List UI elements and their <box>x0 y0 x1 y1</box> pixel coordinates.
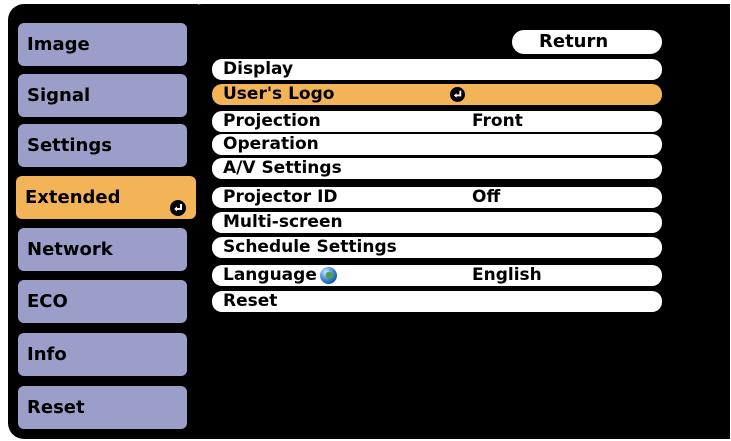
menu-item-value: Off <box>472 187 501 207</box>
return-label: Return <box>539 31 609 52</box>
tab-image[interactable]: Image <box>18 23 187 66</box>
menu-item-label: Multi-screen <box>223 212 343 232</box>
enter-icon <box>170 189 186 232</box>
tab-extended[interactable]: Extended <box>16 176 196 219</box>
menu-item-schedule-settings[interactable]: Schedule Settings <box>212 237 662 258</box>
menu-item-multi-screen[interactable]: Multi-screen <box>212 212 662 233</box>
menu-item-operation[interactable]: Operation <box>212 134 662 155</box>
menu-item-label: Operation <box>223 134 319 154</box>
tab-network[interactable]: Network <box>18 228 187 271</box>
tab-signal[interactable]: Signal <box>18 74 187 117</box>
tab-reset[interactable]: Reset <box>18 386 187 429</box>
menu-item-label: User's Logo <box>223 84 335 104</box>
menu-item-projection[interactable]: Projection Front <box>212 111 662 132</box>
menu-item-language[interactable]: Language English <box>212 265 662 286</box>
tab-label: Image <box>27 34 90 55</box>
menu-item-label: Schedule Settings <box>223 237 397 257</box>
tab-label: Settings <box>27 135 112 156</box>
menu-item-label: Display <box>223 59 294 79</box>
return-button[interactable]: Return <box>512 30 662 54</box>
projector-menu-screen: Image Signal Settings Extended Network E… <box>0 0 731 441</box>
menu-item-projector-id[interactable]: Projector ID Off <box>212 187 662 208</box>
menu-item-label: Language <box>223 265 317 285</box>
tab-label: Reset <box>27 397 85 418</box>
menu-item-label: A/V Settings <box>223 158 342 178</box>
menu-item-av-settings[interactable]: A/V Settings <box>212 158 662 179</box>
tab-eco[interactable]: ECO <box>18 280 187 323</box>
menu-item-value: English <box>472 265 542 285</box>
menu-item-display[interactable]: Display <box>212 59 662 80</box>
menu-item-label: Reset <box>223 291 278 311</box>
globe-icon <box>320 267 337 284</box>
tab-label: Signal <box>27 85 91 106</box>
tab-label: ECO <box>27 291 68 312</box>
enter-icon <box>450 87 465 108</box>
tab-settings[interactable]: Settings <box>18 124 187 167</box>
menu-item-label: Projection <box>223 111 321 131</box>
menu-item-label: Projector ID <box>223 187 338 207</box>
menu-item-users-logo[interactable]: User's Logo <box>212 84 662 105</box>
tab-info[interactable]: Info <box>18 333 187 376</box>
tab-label: Info <box>27 344 67 365</box>
menu-item-value: Front <box>472 111 523 131</box>
menu-item-reset[interactable]: Reset <box>212 291 662 312</box>
tab-label: Extended <box>25 187 121 208</box>
tab-label: Network <box>27 239 113 260</box>
